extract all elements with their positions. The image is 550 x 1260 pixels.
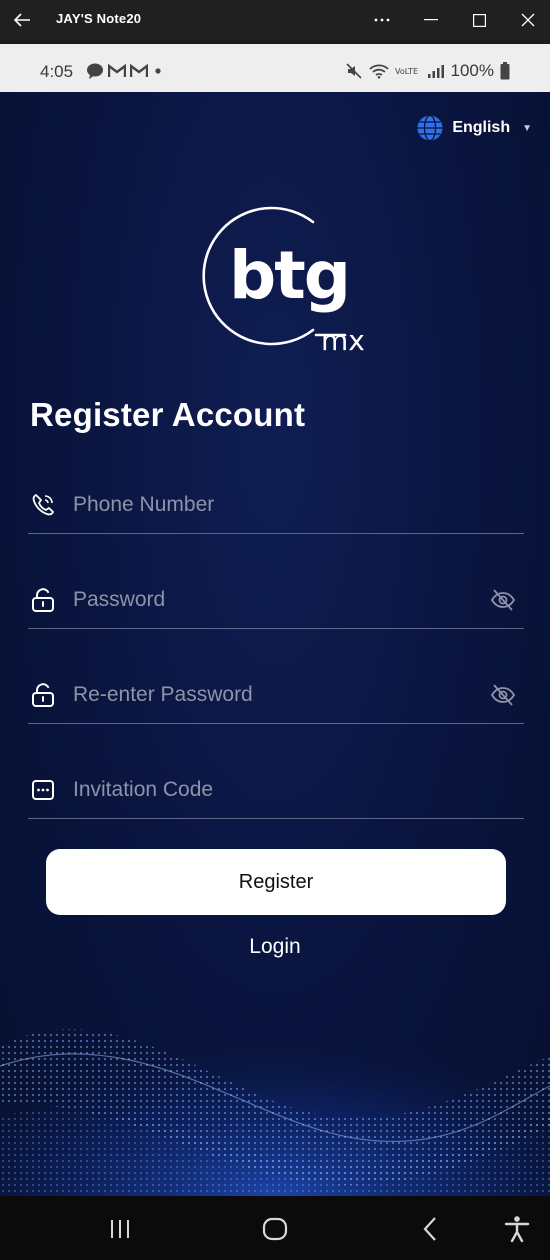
btg-logo: btg mx (202, 206, 365, 357)
window-titlebar: JAY'S Note20 (0, 0, 550, 40)
app-screen: English ▼ btg mx Register Account Phone … (0, 92, 550, 1196)
gmail-icon (108, 64, 126, 77)
gmail-icon (130, 64, 148, 77)
status-right: VoLTE 100% (345, 61, 510, 81)
globe-icon (417, 114, 443, 142)
invitation-code-field[interactable] (28, 759, 524, 819)
back-icon[interactable] (416, 1214, 446, 1244)
phone-field[interactable] (28, 474, 524, 534)
language-selector[interactable]: English ▼ (416, 114, 532, 142)
close-icon[interactable] (513, 6, 543, 34)
logo-sub-text: mx (321, 324, 365, 357)
background-wave (0, 966, 550, 1196)
eye-off-icon[interactable] (490, 682, 516, 708)
register-button[interactable]: Register (46, 849, 506, 915)
volte-icon: VoLTE (395, 67, 418, 76)
back-arrow-icon[interactable] (10, 8, 34, 32)
minimize-icon[interactable] (416, 6, 446, 34)
lock-icon (32, 683, 54, 707)
eye-off-icon[interactable] (490, 587, 516, 613)
notification-icons (86, 63, 164, 79)
home-icon[interactable] (260, 1214, 290, 1244)
window-title: JAY'S Note20 (56, 11, 142, 26)
logo-main-text: btg (229, 237, 349, 314)
more-icon[interactable] (367, 6, 397, 34)
status-bar: 4:05 VoLTE 100% (0, 44, 550, 92)
reenter-password-input[interactable] (73, 680, 473, 710)
battery-percent: 100% (450, 61, 494, 80)
code-icon (32, 780, 54, 800)
signal-icon (427, 65, 444, 78)
password-field[interactable] (28, 569, 524, 629)
reenter-password-field[interactable] (28, 664, 524, 724)
navigation-bar (0, 1196, 550, 1260)
password-input[interactable] (73, 585, 473, 615)
mute-icon (345, 63, 362, 79)
chevron-down-icon: ▼ (522, 122, 532, 134)
invitation-code-input[interactable] (73, 775, 473, 805)
maximize-icon[interactable] (464, 6, 494, 34)
dot-icon (155, 68, 161, 74)
lock-icon (32, 588, 54, 612)
wifi-icon (368, 64, 389, 79)
login-link[interactable]: Login (0, 935, 550, 959)
accessibility-icon[interactable] (502, 1214, 532, 1244)
battery-icon (500, 62, 510, 80)
svg-text:VoLTE: VoLTE (395, 67, 418, 76)
phone-icon (32, 494, 54, 516)
talk-icon (87, 63, 103, 79)
phone-number-input[interactable] (73, 490, 473, 520)
page-title: Register Account (30, 396, 306, 433)
language-label: English (452, 119, 511, 136)
status-time: 4:05 (40, 62, 74, 81)
recents-icon[interactable] (105, 1214, 135, 1244)
